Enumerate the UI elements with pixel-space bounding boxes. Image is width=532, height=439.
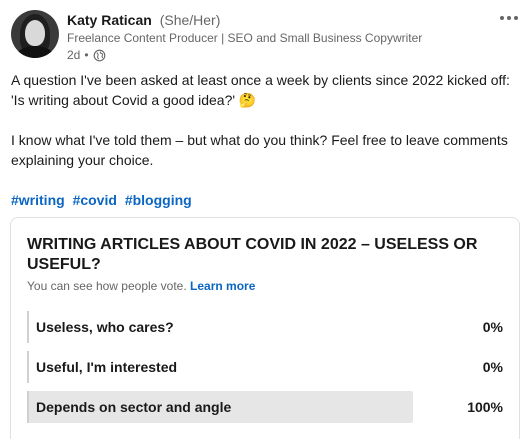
author-pronouns: (She/Her) bbox=[159, 12, 221, 28]
poll-option-percent: 0% bbox=[482, 319, 503, 335]
hashtag-writing[interactable]: #writing bbox=[11, 192, 65, 208]
poll-option-percent: 100% bbox=[467, 399, 503, 415]
poll-option[interactable]: Useful, I'm interested 0% bbox=[27, 351, 503, 383]
more-options-button[interactable] bbox=[497, 9, 521, 27]
author-headline: Freelance Content Producer | SEO and Sma… bbox=[67, 31, 423, 45]
poll-card: WRITING ARTICLES ABOUT COVID IN 2022 – U… bbox=[10, 217, 520, 439]
more-horizontal-icon bbox=[500, 16, 504, 20]
author-name[interactable]: Katy Ratican bbox=[67, 12, 152, 28]
avatar[interactable] bbox=[11, 10, 59, 58]
post-paragraph-2: I know what I've told them – but what do… bbox=[11, 132, 508, 168]
poll-visibility-note: You can see how people vote. Learn more bbox=[27, 278, 503, 294]
post-text: A question I've been asked at least once… bbox=[11, 70, 521, 190]
globe-icon bbox=[93, 49, 105, 61]
poll-option-percent: 0% bbox=[482, 359, 503, 375]
poll-option[interactable]: Depends on sector and angle 100% bbox=[27, 391, 503, 423]
hashtag-covid[interactable]: #covid bbox=[73, 192, 117, 208]
poll-option-label: Useful, I'm interested bbox=[36, 359, 178, 375]
poll-note-text: You can see how people vote. bbox=[27, 279, 187, 293]
meta-separator: • bbox=[84, 48, 89, 62]
post-time: 2d bbox=[67, 48, 81, 62]
post-meta: 2d • bbox=[67, 47, 422, 63]
poll-option-label: Useless, who cares? bbox=[36, 319, 174, 335]
learn-more-link[interactable]: Learn more bbox=[190, 279, 255, 293]
hashtag-blogging[interactable]: #blogging bbox=[125, 192, 192, 208]
poll-title: WRITING ARTICLES ABOUT COVID IN 2022 – U… bbox=[27, 236, 478, 273]
hashtags: #writing #covid #blogging bbox=[11, 190, 196, 210]
author-block: Katy Ratican (She/Her) Freelance Content… bbox=[67, 11, 422, 63]
poll-option[interactable]: Useless, who cares? 0% bbox=[27, 311, 503, 343]
post-paragraph-1: A question I've been asked at least once… bbox=[11, 72, 510, 108]
name-line: Katy Ratican (She/Her) bbox=[67, 11, 422, 29]
poll-option-label: Depends on sector and angle bbox=[36, 399, 232, 415]
post-header: Katy Ratican (She/Her) Freelance Content… bbox=[11, 9, 521, 63]
